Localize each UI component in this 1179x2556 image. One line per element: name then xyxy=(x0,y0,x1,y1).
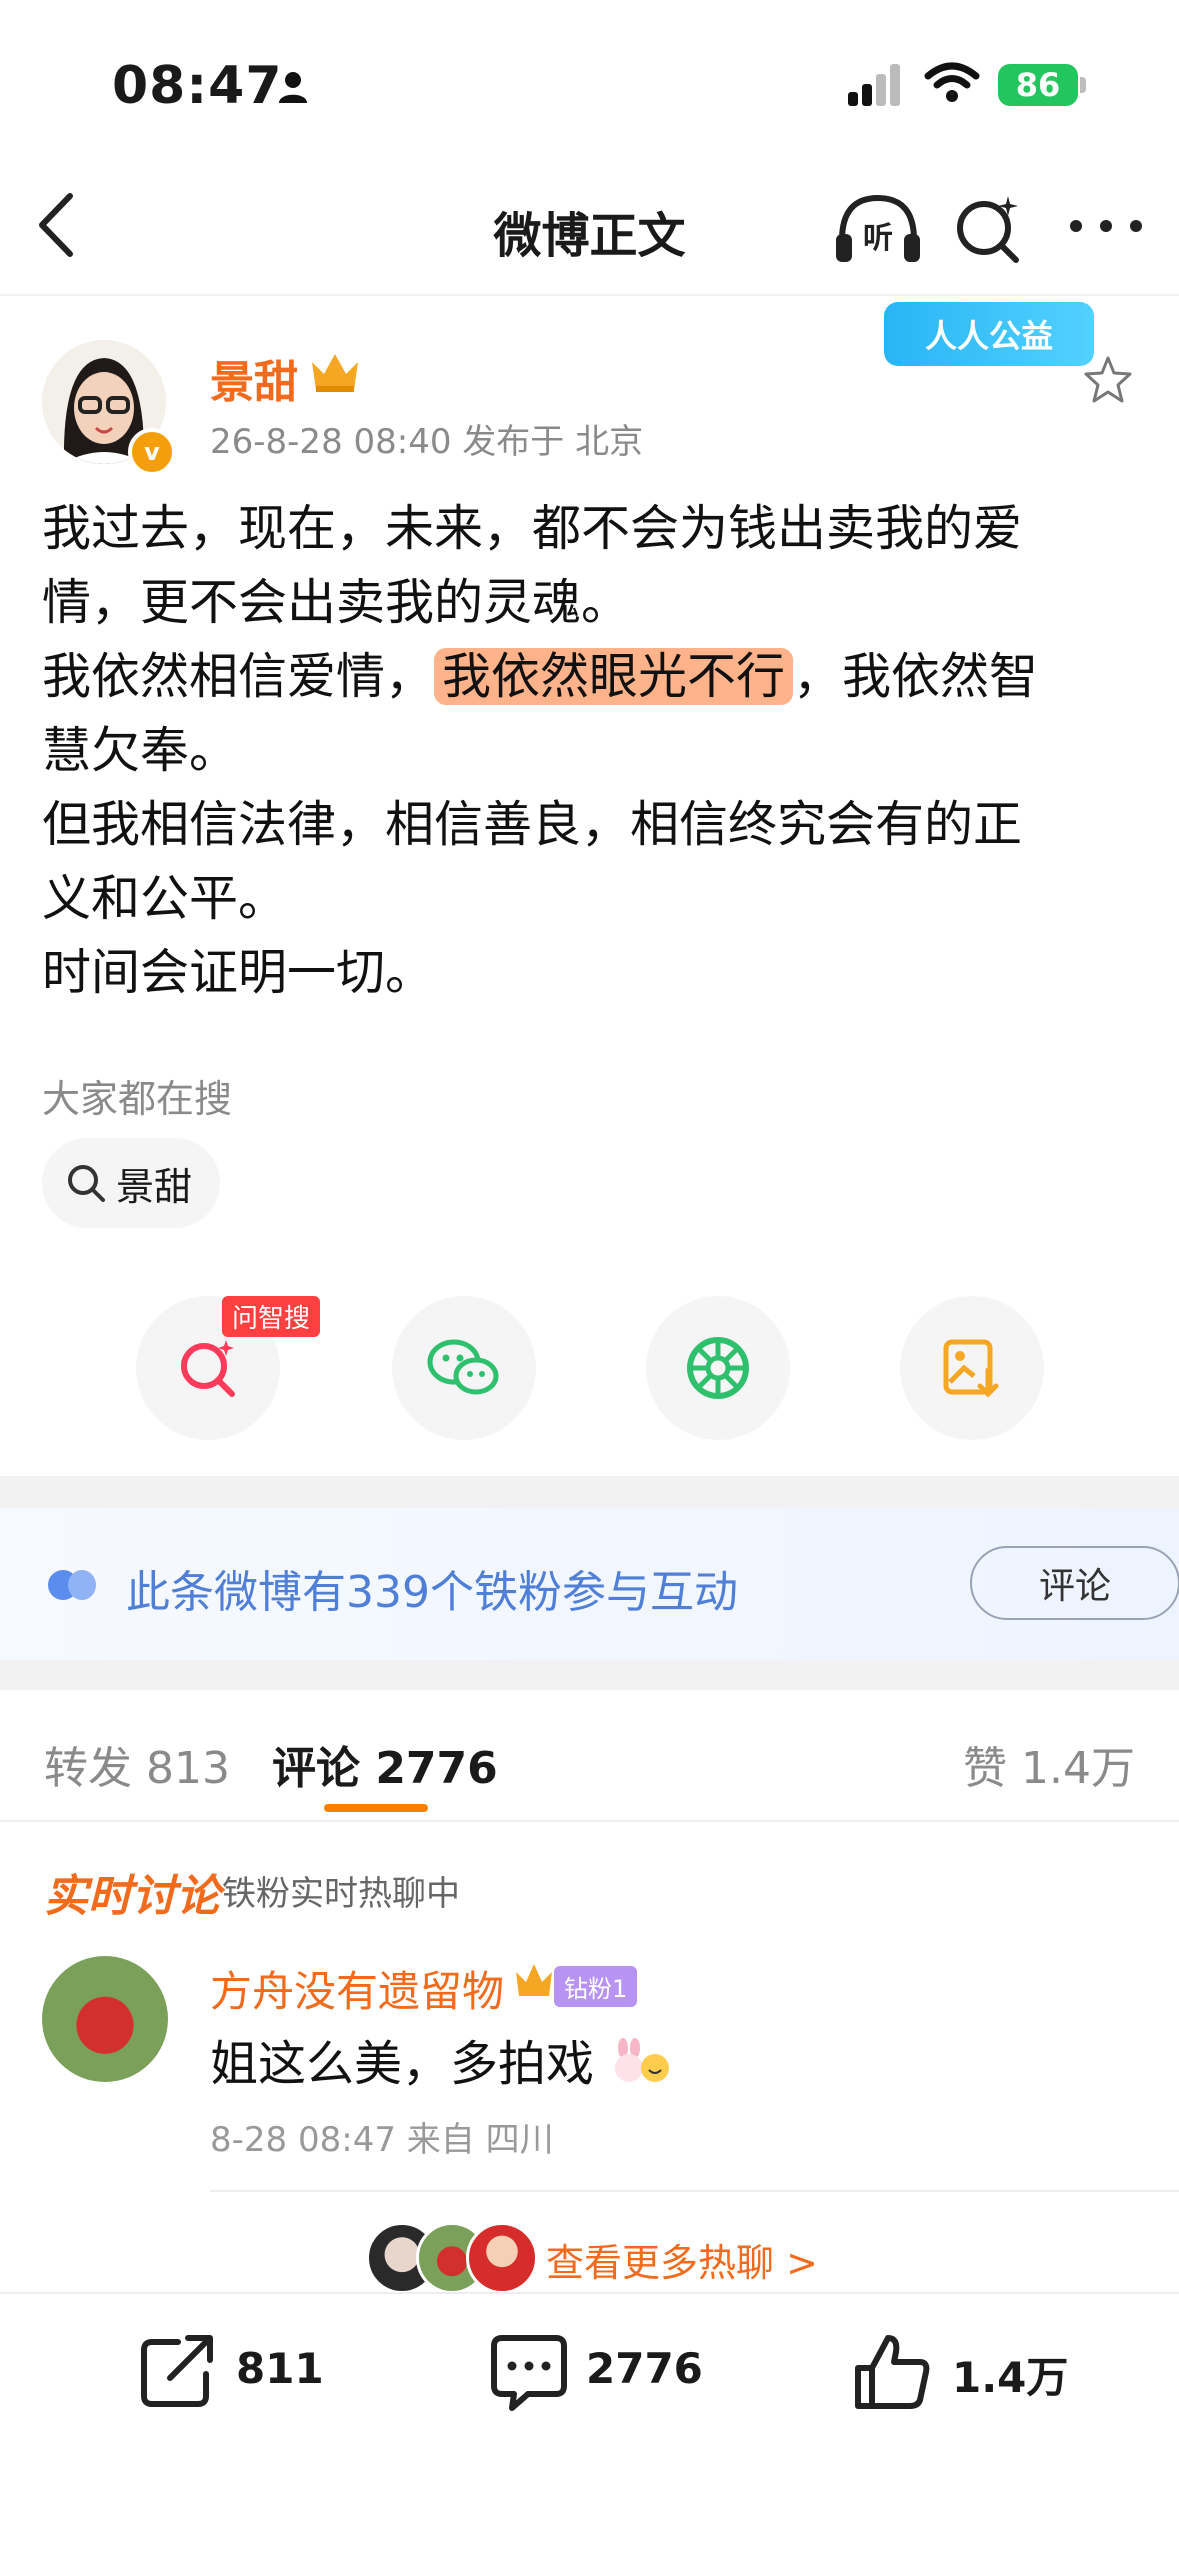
listen-button[interactable]: 听 xyxy=(832,190,924,266)
tab-reposts[interactable]: 转发 813 xyxy=(44,1732,230,1796)
section-divider xyxy=(0,1476,1179,1508)
like-count[interactable]: 1.4万 xyxy=(952,2344,1068,2405)
fans-icon xyxy=(48,1570,96,1600)
charity-promo-label: 人人公益 xyxy=(924,317,1053,355)
save-image-icon xyxy=(943,1339,999,1398)
commenter-name[interactable]: 方舟没有遗留物 xyxy=(210,1958,504,2019)
post-line: 我过去，现在，未来，都不会为钱出卖我的爱 xyxy=(42,500,1023,557)
post-line: ，我依然智 xyxy=(793,648,1039,705)
repost-icon[interactable] xyxy=(136,2330,218,2412)
active-tab-indicator xyxy=(324,1804,428,1812)
listen-label: 听 xyxy=(863,221,893,256)
more-icon[interactable] xyxy=(1066,206,1146,246)
post-line: 情，更不会出卖我的灵魂。 xyxy=(42,574,631,631)
search-icon xyxy=(68,1165,105,1202)
wechat-share-button[interactable] xyxy=(392,1296,536,1440)
comment-body: 姐这么美，多拍戏 xyxy=(210,2036,595,2092)
post-line: 义和公平。 xyxy=(42,870,288,927)
moments-icon xyxy=(687,1337,749,1399)
view-more-hot-chats-link[interactable]: 查看更多热聊 > xyxy=(546,2232,818,2287)
crown-icon xyxy=(312,354,358,392)
author-name[interactable]: 景甜 xyxy=(210,346,298,410)
post-line: 但我相信法律，相信善良，相信终究会有的正 xyxy=(42,796,1023,853)
comment-divider xyxy=(210,2190,1179,2192)
tab-likes[interactable]: 赞 1.4万 xyxy=(963,1732,1135,1796)
signal-icon xyxy=(848,64,900,106)
live-discussion-title: 实时讨论 xyxy=(44,1871,220,1922)
nav-divider xyxy=(0,294,1179,296)
search-icon[interactable] xyxy=(952,190,1024,266)
fan-comment-button[interactable]: 评论 xyxy=(970,1546,1179,1620)
chatter-avatar xyxy=(466,2222,538,2294)
commenter-avatar[interactable] xyxy=(42,1956,168,2082)
post-line: 时间会证明一切。 xyxy=(42,944,435,1001)
post-line: 我依然相信爱情， xyxy=(42,648,435,705)
search-chip[interactable]: 景甜 xyxy=(42,1138,221,1228)
section-divider xyxy=(0,1660,1179,1690)
star-icon[interactable] xyxy=(1082,354,1134,406)
comment-icon[interactable] xyxy=(488,2330,570,2412)
comment-count[interactable]: 2776 xyxy=(586,2344,703,2393)
fan-interaction-text: 此条微博有339个铁粉参与互动 xyxy=(126,1567,738,1618)
fan-comment-label: 评论 xyxy=(1038,1566,1111,1607)
post-line: 慧欠奉。 xyxy=(42,722,239,779)
fan-level-badge: 钻粉1 xyxy=(554,1966,638,2007)
ai-search-badge: 问智搜 xyxy=(222,1296,321,1337)
bottom-bar-divider xyxy=(0,2292,1179,2294)
post-meta: 26-8-28 08:40 发布于 北京 xyxy=(210,422,644,462)
search-chip-label: 景甜 xyxy=(116,1164,193,1209)
status-time: 08:47 xyxy=(112,56,283,116)
comment-meta: 8-28 08:47 来自 四川 xyxy=(210,2120,554,2160)
headphones-icon: 听 xyxy=(836,194,920,262)
battery-tip xyxy=(1080,77,1086,93)
repost-count[interactable]: 811 xyxy=(236,2344,324,2393)
charity-promo[interactable]: 人人公益 xyxy=(884,302,1094,366)
person-icon xyxy=(279,72,307,103)
crown-icon xyxy=(516,1964,552,1996)
save-image-button[interactable] xyxy=(900,1296,1044,1440)
post-content: 我过去，现在，未来，都不会为钱出卖我的爱 情，更不会出卖我的灵魂。 我依然相信爱… xyxy=(42,492,1142,1010)
like-icon[interactable] xyxy=(852,2330,934,2412)
live-discussion-subtitle: 铁粉实时热聊中 xyxy=(222,1874,460,1914)
highlighted-phrase[interactable]: 我依然眼光不行 xyxy=(434,648,794,705)
emoji-bunny-icon xyxy=(615,2038,670,2082)
tab-divider xyxy=(0,1820,1179,1822)
verified-badge: v xyxy=(128,428,176,476)
ai-search-icon xyxy=(181,1340,235,1397)
battery-level: 86 xyxy=(1015,66,1061,104)
moments-share-button[interactable] xyxy=(646,1296,790,1440)
tab-comments[interactable]: 评论 2776 xyxy=(272,1732,498,1796)
comment-text: 姐这么美，多拍戏 xyxy=(210,2024,673,2094)
wechat-icon xyxy=(427,1339,499,1395)
trending-search-label: 大家都在搜 xyxy=(42,1077,233,1121)
battery-indicator: 86 xyxy=(998,64,1078,106)
wifi-icon xyxy=(924,62,980,102)
